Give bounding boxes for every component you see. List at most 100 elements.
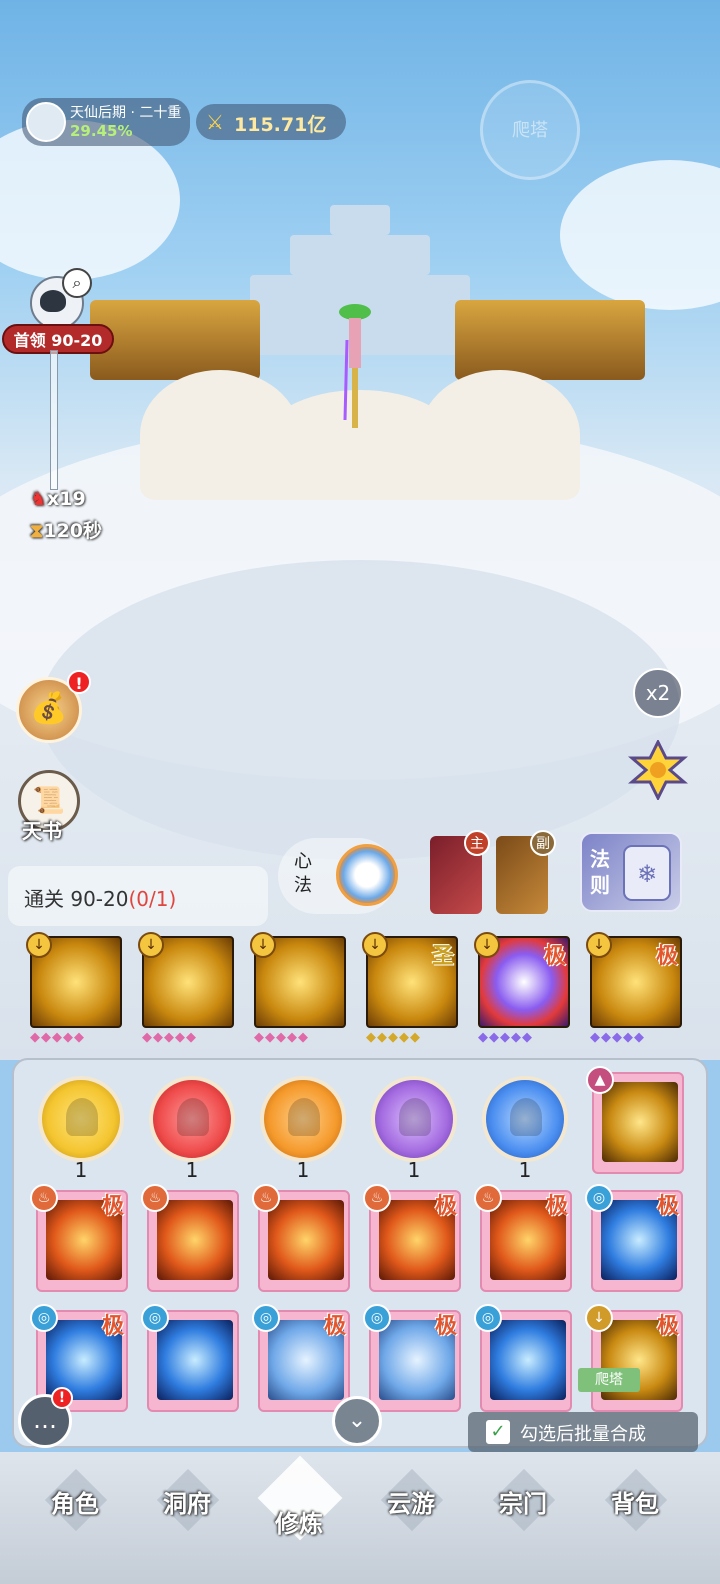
flame-icon: ♨: [141, 1184, 169, 1212]
chat-button[interactable]: … !: [18, 1387, 73, 1448]
right-pavilion: [455, 300, 645, 380]
nav-cultivate[interactable]: 修炼: [254, 1455, 344, 1548]
skill-card[interactable]: ♨ 极: [474, 1184, 572, 1292]
skill-card[interactable]: ♨ 极: [30, 1184, 128, 1292]
card-grade: 极: [434, 1194, 457, 1219]
skill-card[interactable]: ↓ 极: [585, 1304, 683, 1412]
magnifier-icon[interactable]: ⌕: [62, 268, 92, 298]
dragon-art: [602, 1082, 678, 1162]
sword-icon: ↓: [26, 932, 52, 958]
skill-card[interactable]: ◎: [141, 1304, 239, 1412]
essence-orb-red[interactable]: 1: [149, 1076, 235, 1182]
skill-card[interactable]: ♨: [141, 1184, 239, 1292]
nav-label: 角色: [51, 1490, 99, 1518]
sub-weapon-slot[interactable]: 副: [496, 830, 556, 914]
stage-clear-bar: 通关 90-20(0/1): [8, 866, 268, 926]
main-weapon-slot[interactable]: 主: [430, 830, 490, 914]
collapse-button[interactable]: ⌄: [332, 1396, 382, 1446]
nav-role[interactable]: 角色: [30, 1468, 120, 1548]
bottom-nav: 角色 洞府 修炼 云游 宗门 背包: [0, 1452, 720, 1584]
essence-orb-blue[interactable]: 1: [482, 1076, 568, 1182]
skill-slot[interactable]: ↓ ◆◆◆◆◆: [250, 932, 346, 1045]
power-value: 115.71亿: [234, 114, 327, 136]
card-grade: 极: [656, 1314, 679, 1339]
water-icon: ◎: [141, 1304, 169, 1332]
essence-orb-orange[interactable]: 1: [260, 1076, 346, 1182]
pagoda-art: [268, 1200, 344, 1280]
figure-icon: [510, 1098, 542, 1136]
skill-card[interactable]: ◎: [474, 1304, 572, 1412]
money-bag-icon: 💰: [30, 691, 68, 726]
flame-icon: ♨: [252, 1184, 280, 1212]
nav-label: 背包: [611, 1490, 659, 1518]
skill-card[interactable]: ♨: [252, 1184, 350, 1292]
tower-tag: 爬塔: [578, 1368, 640, 1392]
orb-count: 1: [518, 1158, 532, 1182]
nav-label: 宗门: [499, 1490, 547, 1518]
loot-bag-button[interactable]: 💰 !: [16, 670, 91, 743]
figure-icon: [288, 1098, 320, 1136]
main-tag: 主: [464, 830, 490, 856]
law-label: 法则: [590, 847, 610, 897]
phoenix-art: [157, 1200, 233, 1280]
flame-icon: ♨: [30, 1184, 58, 1212]
scroll-icon: 📜: [32, 786, 66, 816]
orb-count: 1: [185, 1158, 199, 1182]
mind-art-slot[interactable]: 心法: [278, 838, 398, 914]
card-grade: 极: [323, 1314, 346, 1339]
realm-badge[interactable]: 天仙后期 · 二十重 29.45%: [22, 98, 190, 146]
skill-stars: ◆◆◆◆◆: [142, 1030, 197, 1045]
nav-bag[interactable]: 背包: [590, 1468, 680, 1548]
speed-toggle[interactable]: x2: [633, 668, 683, 718]
skill-card[interactable]: ◎ 极: [585, 1184, 683, 1292]
batch-merge-button[interactable]: ✓ 勾选后批量合成: [468, 1412, 698, 1452]
orb-count: 1: [74, 1158, 88, 1182]
skill-slot[interactable]: ↓ 极 ◆◆◆◆◆: [474, 932, 570, 1045]
demon-count: ♞x19: [30, 488, 86, 510]
skill-card[interactable]: ◎ 极: [363, 1304, 461, 1412]
essence-orb-purple[interactable]: 1: [371, 1076, 457, 1182]
pagoda-icon: ▲: [586, 1066, 614, 1094]
star-icon[interactable]: [628, 740, 688, 800]
nav-sect[interactable]: 宗门: [478, 1468, 568, 1548]
skill-slot[interactable]: ↓ 圣 ◆◆◆◆◆: [362, 932, 458, 1045]
skill-grade: 极: [543, 944, 566, 969]
skill-slot[interactable]: ↓ ◆◆◆◆◆: [26, 932, 122, 1045]
skill-card[interactable]: ♨ 极: [363, 1184, 461, 1292]
skill-stars: ◆◆◆◆◆: [366, 1030, 421, 1045]
law-button[interactable]: 法则 ❄: [580, 832, 682, 912]
nav-label: 修炼: [275, 1510, 323, 1538]
skill-stars: ◆◆◆◆◆: [478, 1030, 533, 1045]
nav-cave[interactable]: 洞府: [142, 1468, 232, 1548]
chevron-down-icon: ⌄: [347, 1408, 367, 1433]
skill-grade: 圣: [431, 944, 454, 969]
sword-icon: ↓: [474, 932, 500, 958]
nav-travel[interactable]: 云游: [366, 1468, 456, 1548]
card-grade: 极: [101, 1194, 124, 1219]
checkbox-icon[interactable]: ✓: [486, 1420, 510, 1444]
mind-art-orb-icon: [336, 844, 398, 906]
skill-slot[interactable]: ↓ ◆◆◆◆◆: [138, 932, 234, 1045]
orb-count: 1: [407, 1158, 421, 1182]
sword-icon: ↓: [585, 1304, 613, 1332]
boss-timer: ⧗120秒: [30, 520, 103, 542]
orb-count: 1: [296, 1158, 310, 1182]
card-grade: 极: [656, 1194, 679, 1219]
combat-power[interactable]: ⚔ 115.71亿: [196, 104, 346, 140]
climb-tower-button[interactable]: 爬塔: [480, 80, 580, 180]
skill-stars: ◆◆◆◆◆: [590, 1030, 645, 1045]
heaven-book-label: 天书: [22, 819, 62, 843]
skill-slot[interactable]: ↓ 极 ◆◆◆◆◆: [586, 932, 682, 1045]
alert-badge: !: [51, 1387, 73, 1409]
crossed-swords-icon: ⚔: [206, 110, 224, 134]
crossed-swords-art: [490, 1320, 566, 1400]
realm-progress: 29.45%: [70, 122, 133, 140]
sword-icon: ↓: [250, 932, 276, 958]
skill-card[interactable]: ▲: [586, 1066, 684, 1174]
clear-progress: (0/1): [128, 887, 177, 911]
skill-card[interactable]: ◎ 极: [252, 1304, 350, 1412]
sword-icon: ↓: [362, 932, 388, 958]
figure-icon: [66, 1098, 98, 1136]
essence-orb-gold[interactable]: 1: [38, 1076, 124, 1182]
skill-stars: ◆◆◆◆◆: [254, 1030, 309, 1045]
